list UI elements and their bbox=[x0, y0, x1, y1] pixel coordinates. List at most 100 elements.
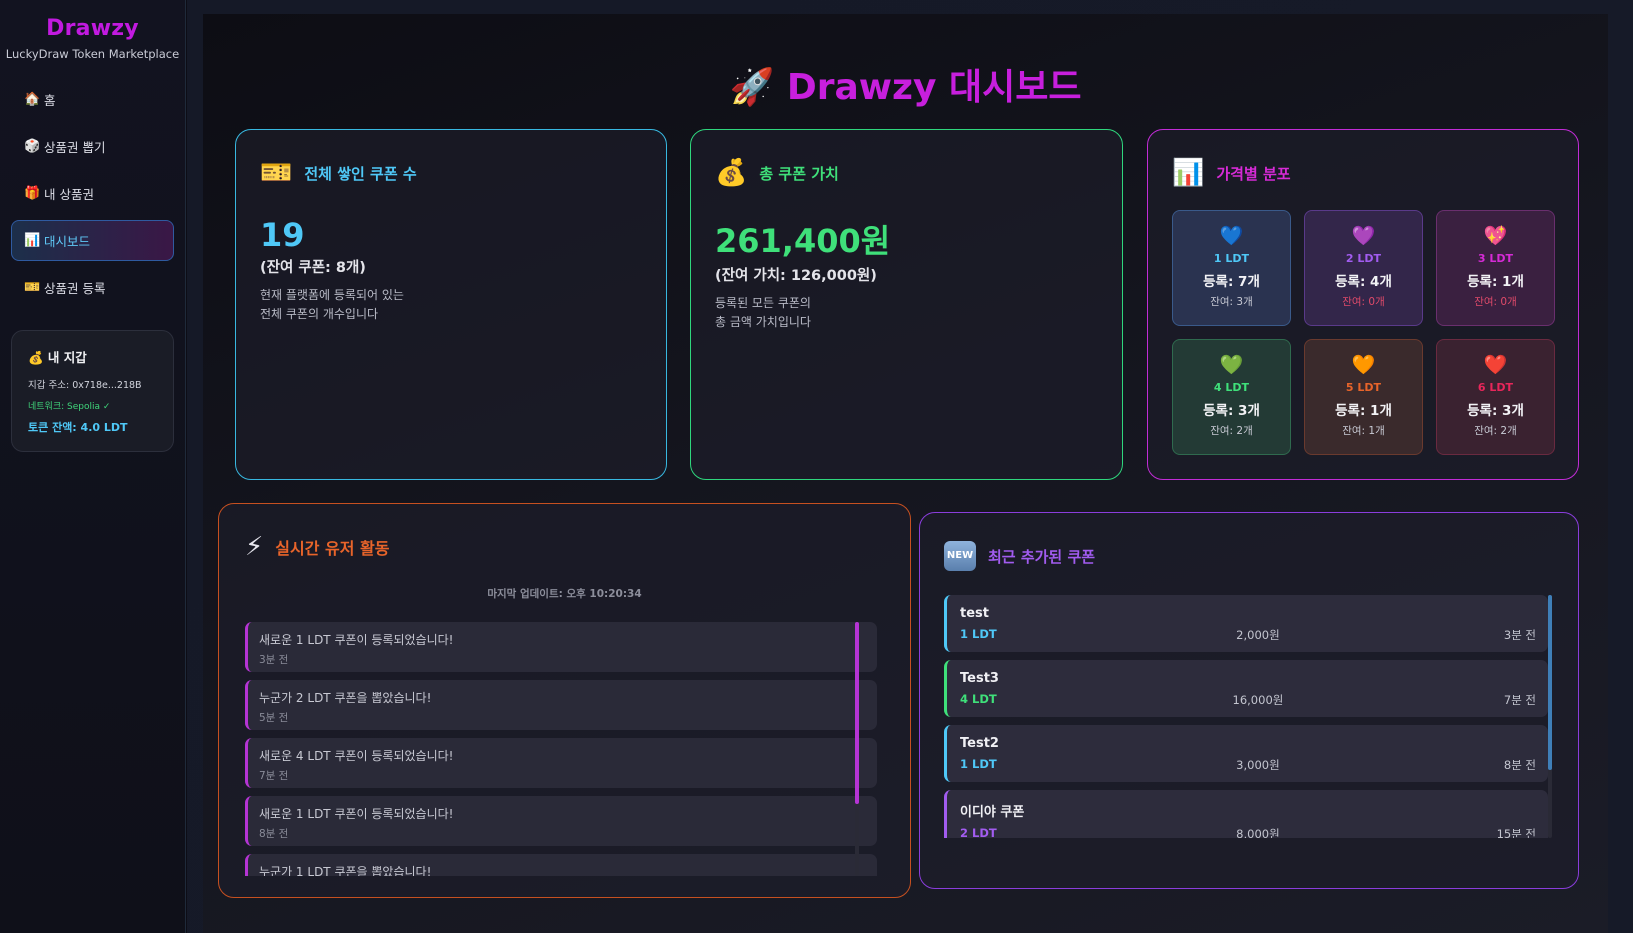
total-value-amount: 261,400원 bbox=[715, 222, 891, 260]
activity-card: ⚡ 실시간 유저 활동 마지막 업데이트: 오후 10:20:34 새로운 1 … bbox=[218, 503, 911, 898]
tier-ldt: 2 LDT bbox=[1345, 252, 1382, 265]
tier-ldt: 1 LDT bbox=[1213, 252, 1250, 265]
sidebar-nav: 🏠 홈 🎲 상품권 뽑기 🎁 내 상품권 📊 대시보드 🎫 상품권 등록 bbox=[0, 79, 185, 308]
tier-registered: 등록: 3개 bbox=[1203, 403, 1260, 419]
ticket-icon: 🎫 bbox=[260, 158, 293, 188]
card-title: 실시간 유저 활동 bbox=[275, 539, 390, 558]
tier-registered: 등록: 7개 bbox=[1203, 274, 1260, 290]
sidebar-item-label: 상품권 등록 bbox=[44, 281, 106, 296]
remaining-coupons: (잔여 쿠폰: 8개) bbox=[260, 260, 366, 276]
price-tier-4[interactable]: 💚 4 LDT 등록: 3개 잔여: 2개 bbox=[1172, 339, 1291, 455]
price-tier-3[interactable]: 💖 3 LDT 등록: 1개 잔여: 0개 bbox=[1436, 210, 1555, 326]
coupon-row[interactable]: Test2 1 LDT 3,000원 8분 전 bbox=[944, 725, 1548, 782]
orange-heart-icon: 🧡 bbox=[1351, 354, 1376, 376]
remaining-value: (잔여 가치: 126,000원) bbox=[715, 268, 877, 284]
coupon-row[interactable]: Test3 4 LDT 16,000원 7분 전 bbox=[944, 660, 1548, 717]
sidebar-item-my-vouchers[interactable]: 🎁 내 상품권 bbox=[11, 173, 174, 214]
tier-registered: 등록: 1개 bbox=[1467, 274, 1524, 290]
sidebar-item-label: 상품권 뽑기 bbox=[44, 140, 106, 155]
tier-ldt: 4 LDT bbox=[1213, 381, 1250, 394]
coupon-name: Test2 bbox=[960, 736, 999, 751]
purple-heart-icon: 💜 bbox=[1351, 225, 1376, 247]
tier-ldt: 3 LDT bbox=[1477, 252, 1514, 265]
tier-registered: 등록: 4개 bbox=[1335, 274, 1392, 290]
activity-message: 새로운 4 LDT 쿠폰이 등록되었습니다! bbox=[259, 749, 454, 763]
gift-icon: 🎁 bbox=[24, 186, 41, 201]
coupon-price: 2,000원 bbox=[1236, 628, 1280, 642]
tier-remaining: 잔여: 0개 bbox=[1342, 296, 1385, 308]
activity-time: 7분 전 bbox=[259, 770, 289, 782]
recent-scrollbar-thumb[interactable] bbox=[1548, 595, 1552, 770]
sidebar-item-label: 홈 bbox=[44, 93, 56, 108]
brand-subtitle: LuckyDraw Token Marketplace bbox=[5, 47, 180, 61]
activity-time: 5분 전 bbox=[259, 712, 289, 724]
tier-remaining: 잔여: 0개 bbox=[1474, 296, 1517, 308]
lightning-icon: ⚡ bbox=[245, 532, 264, 562]
main-area: 🚀 Drawzy 대시보드 🎫 전체 쌓인 쿠폰 수 19 (잔여 쿠폰: 8개… bbox=[187, 0, 1633, 933]
brand: Drawzy LuckyDraw Token Marketplace bbox=[0, 0, 185, 61]
home-icon: 🏠 bbox=[24, 92, 41, 107]
total-value-card: 💰 총 쿠폰 가치 261,400원 (잔여 가치: 126,000원) 등록된… bbox=[690, 129, 1123, 480]
price-tier-6[interactable]: ❤️ 6 LDT 등록: 3개 잔여: 2개 bbox=[1436, 339, 1555, 455]
red-heart-icon: ❤️ bbox=[1483, 354, 1508, 376]
wallet-address: 지갑 주소: 0x718e...218B bbox=[28, 380, 142, 391]
coupon-price: 8,000원 bbox=[1236, 827, 1280, 838]
activity-item: 새로운 1 LDT 쿠폰이 등록되었습니다! 8분 전 bbox=[245, 796, 877, 846]
sparkling-heart-icon: 💖 bbox=[1483, 225, 1508, 247]
sidebar-item-register[interactable]: 🎫 상품권 등록 bbox=[11, 267, 174, 308]
coupon-price: 3,000원 bbox=[1236, 758, 1280, 772]
tier-remaining: 잔여: 1개 bbox=[1342, 425, 1385, 437]
activity-scrollbar-thumb[interactable] bbox=[855, 622, 859, 804]
coupon-time: 8분 전 bbox=[1503, 758, 1537, 772]
coupon-name: test bbox=[960, 606, 989, 621]
page-title: 🚀 Drawzy 대시보드 bbox=[729, 67, 1082, 108]
card-title: 총 쿠폰 가치 bbox=[759, 164, 839, 183]
wallet-title: 💰 내 지갑 bbox=[28, 350, 87, 365]
total-coupons-card: 🎫 전체 쌓인 쿠폰 수 19 (잔여 쿠폰: 8개) 현재 플랫폼에 등록되어… bbox=[235, 129, 667, 480]
activity-message: 새로운 1 LDT 쿠폰이 등록되었습니다! bbox=[259, 807, 454, 821]
price-tier-5[interactable]: 🧡 5 LDT 등록: 1개 잔여: 1개 bbox=[1304, 339, 1423, 455]
sidebar-item-dashboard[interactable]: 📊 대시보드 bbox=[11, 220, 174, 261]
activity-message: 누군가 1 LDT 쿠폰을 뽑았습니다! bbox=[259, 865, 432, 876]
last-updated: 마지막 업데이트: 오후 10:20:34 bbox=[487, 588, 642, 600]
coupon-ldt: 4 LDT bbox=[960, 692, 997, 706]
coupon-ldt: 1 LDT bbox=[960, 757, 997, 771]
tier-ldt: 5 LDT bbox=[1345, 381, 1382, 394]
price-tier-2[interactable]: 💜 2 LDT 등록: 4개 잔여: 0개 bbox=[1304, 210, 1423, 326]
sidebar-item-label: 내 상품권 bbox=[44, 187, 94, 202]
tier-registered: 등록: 3개 bbox=[1467, 403, 1524, 419]
coupon-row[interactable]: test 1 LDT 2,000원 3분 전 bbox=[944, 595, 1548, 652]
chart-icon: 📊 bbox=[24, 233, 41, 248]
price-grid: 💙 1 LDT 등록: 7개 잔여: 3개 💜 2 LDT 등록: 4개 잔여:… bbox=[1172, 210, 1555, 455]
tier-ldt: 6 LDT bbox=[1477, 381, 1514, 394]
card-title: 전체 쌓인 쿠폰 수 bbox=[304, 164, 417, 183]
coupon-row[interactable]: 이디야 쿠폰 2 LDT 8,000원 15분 전 bbox=[944, 790, 1548, 838]
coupon-name: Test3 bbox=[960, 671, 999, 686]
coupon-time: 7분 전 bbox=[1503, 693, 1537, 707]
activity-list[interactable]: 새로운 1 LDT 쿠폰이 등록되었습니다! 3분 전 누군가 2 LDT 쿠폰… bbox=[245, 622, 885, 876]
coupon-name: 이디야 쿠폰 bbox=[960, 805, 1025, 820]
brand-title[interactable]: Drawzy bbox=[0, 16, 185, 41]
wallet-panel: 💰 내 지갑 지갑 주소: 0x718e...218B 네트워크: Sepoli… bbox=[11, 330, 174, 452]
card-description: 전체 쿠폰의 개수입니다 bbox=[260, 307, 379, 321]
activity-item: 새로운 1 LDT 쿠폰이 등록되었습니다! 3분 전 bbox=[245, 622, 877, 672]
tier-remaining: 잔여: 2개 bbox=[1474, 425, 1517, 437]
coupon-ldt: 1 LDT bbox=[960, 627, 997, 641]
price-distribution-card: 📊 가격별 분포 💙 1 LDT 등록: 7개 잔여: 3개 💜 2 LDT 등… bbox=[1147, 129, 1579, 480]
wallet-balance: 토큰 잔액: 4.0 LDT bbox=[28, 421, 128, 434]
dice-icon: 🎲 bbox=[24, 139, 41, 154]
sidebar-item-draw[interactable]: 🎲 상품권 뽑기 bbox=[11, 126, 174, 167]
activity-message: 새로운 1 LDT 쿠폰이 등록되었습니다! bbox=[259, 633, 454, 647]
recent-coupons-list[interactable]: test 1 LDT 2,000원 3분 전 Test3 4 LDT 16,00… bbox=[944, 595, 1552, 838]
blue-heart-icon: 💙 bbox=[1219, 225, 1244, 247]
price-tier-1[interactable]: 💙 1 LDT 등록: 7개 잔여: 3개 bbox=[1172, 210, 1291, 326]
sidebar-item-label: 대시보드 bbox=[44, 234, 91, 249]
card-description: 등록된 모든 쿠폰의 bbox=[715, 296, 811, 310]
activity-time: 8분 전 bbox=[259, 828, 289, 840]
recent-coupons-card: NEW 최근 추가된 쿠폰 test 1 LDT 2,000원 3분 전 Tes… bbox=[919, 512, 1579, 889]
sidebar-item-home[interactable]: 🏠 홈 bbox=[11, 79, 174, 120]
tier-registered: 등록: 1개 bbox=[1335, 403, 1392, 419]
activity-item: 누군가 1 LDT 쿠폰을 뽑았습니다! bbox=[245, 854, 877, 876]
total-coupons-value: 19 bbox=[260, 216, 305, 254]
wallet-network: 네트워크: Sepolia ✓ bbox=[28, 402, 111, 412]
